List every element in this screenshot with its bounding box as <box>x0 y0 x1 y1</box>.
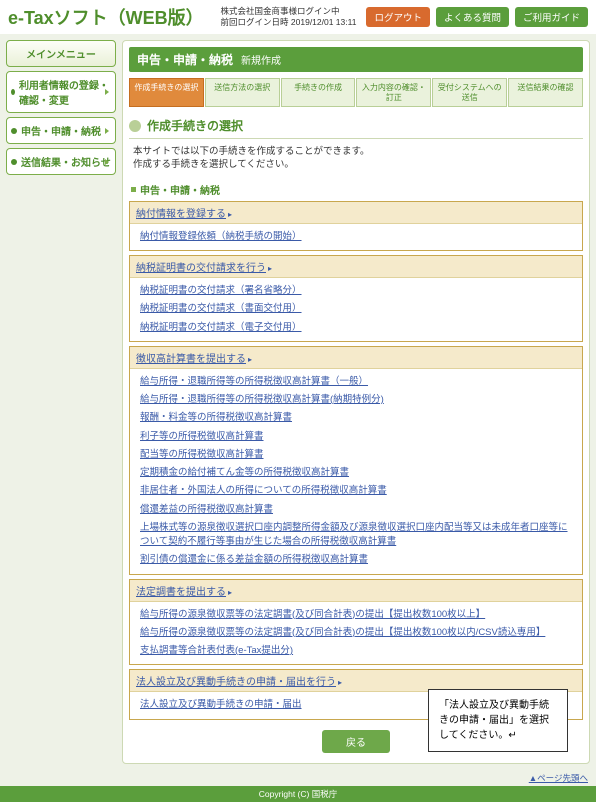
certificate-link[interactable]: 納税証明書の交付請求（電子交付用） <box>140 319 572 337</box>
footer: Copyright (C) 国税庁 <box>0 786 596 802</box>
sidebar-item-filing[interactable]: 申告・申請・納税 <box>6 117 116 144</box>
tax-calc-link[interactable]: 給与所得・退職所得等の所得税徴収高計算書（一般） <box>140 373 572 391</box>
page-title: 申告・申請・納税新規作成 <box>129 47 583 72</box>
step-6: 送信結果の確認 <box>508 78 583 107</box>
group-certificate: 納税証明書の交付請求を行う 納税証明書の交付請求（署名省略分）納税証明書の交付請… <box>129 255 583 342</box>
report-link[interactable]: 支払調書等合計表付表(e-Tax提出分) <box>140 642 572 660</box>
tax-calc-link[interactable]: 割引債の償還金に係る差益金額の所得税徴収高計算書 <box>140 551 572 569</box>
tax-calc-link[interactable]: 非居住者・外国法人の所得についての所得税徴収高計算書 <box>140 482 572 500</box>
sidebar-item-results[interactable]: 送信結果・お知らせ <box>6 148 116 175</box>
step-4: 入力内容の確認・訂正 <box>356 78 431 107</box>
sidebar: メインメニュー 利用者情報の登録・確認・変更 申告・申請・納税 送信結果・お知ら… <box>6 40 116 764</box>
page-top-link[interactable]: ▲ページ先頭へ <box>529 773 588 783</box>
payment-link[interactable]: 納付情報登録依頼（納税手続の開始） <box>140 228 572 246</box>
logout-button[interactable]: ログアウト <box>366 7 430 27</box>
tax-calc-link[interactable]: 報酬・料金等の所得税徴収高計算書 <box>140 409 572 427</box>
group-report-header[interactable]: 法定調書を提出する <box>136 587 226 598</box>
app-logo: e-Taxソフト（WEB版） <box>8 4 204 30</box>
tax-calc-link[interactable]: 給与所得・退職所得等の所得税徴収高計算書(納期特例分) <box>140 391 572 409</box>
step-2: 送信方法の選択 <box>205 78 280 107</box>
report-link[interactable]: 給与所得の源泉徴収票等の法定調書(及び同合計表)の提出【提出枚数100枚以内/C… <box>140 624 572 642</box>
step-3: 手続きの作成 <box>281 78 356 107</box>
certificate-link[interactable]: 納税証明書の交付請求（書面交付用） <box>140 300 572 318</box>
login-info: 株式会社国金商事様ログイン中 前回ログイン日時 2019/12/01 13:11 <box>221 6 357 28</box>
group-tax-calc: 徴収高計算書を提出する 給与所得・退職所得等の所得税徴収高計算書（一般）給与所得… <box>129 346 583 575</box>
section-heading: 作成手続きの選択 <box>129 113 583 139</box>
category-heading: 申告・申請・納税 <box>131 182 583 197</box>
certificate-link[interactable]: 納税証明書の交付請求（署名省略分） <box>140 282 572 300</box>
back-button[interactable]: 戻る <box>322 730 390 753</box>
group-corporate-header[interactable]: 法人設立及び異動手続きの申請・届出を行う <box>136 677 336 688</box>
group-payment: 納付情報を登録する 納付情報登録依頼（納税手続の開始） <box>129 201 583 251</box>
instruction-callout: 「法人設立及び異動手続きの申請・届出」を選択してください。↵ <box>428 689 568 752</box>
main-panel: 申告・申請・納税新規作成 作成手続きの選択 送信方法の選択 手続きの作成 入力内… <box>122 40 590 764</box>
step-5: 受付システムへの送信 <box>432 78 507 107</box>
section-description: 本サイトでは以下の手続きを作成することができます。作成する手続きを選択してくださ… <box>133 145 579 172</box>
step-1: 作成手続きの選択 <box>129 78 204 107</box>
sidebar-item-registration[interactable]: 利用者情報の登録・確認・変更 <box>6 71 116 113</box>
group-payment-header[interactable]: 納付情報を登録する <box>136 209 226 220</box>
step-nav: 作成手続きの選択 送信方法の選択 手続きの作成 入力内容の確認・訂正 受付システ… <box>129 78 583 107</box>
report-link[interactable]: 給与所得の源泉徴収票等の法定調書(及び同合計表)の提出【提出枚数100枚以上】 <box>140 606 572 624</box>
faq-button[interactable]: よくある質問 <box>436 7 509 27</box>
guide-button[interactable]: ご利用ガイド <box>515 7 588 27</box>
tax-calc-link[interactable]: 償還差益の所得税徴収高計算書 <box>140 501 572 519</box>
tax-calc-link[interactable]: 上場株式等の源泉徴収選択口座内調整所得金額及び源泉徴収選択口座内配当等又は未成年… <box>140 519 572 552</box>
tax-calc-link[interactable]: 配当等の所得税徴収高計算書 <box>140 446 572 464</box>
tax-calc-link[interactable]: 利子等の所得税徴収高計算書 <box>140 428 572 446</box>
group-certificate-header[interactable]: 納税証明書の交付請求を行う <box>136 263 266 274</box>
group-tax-calc-header[interactable]: 徴収高計算書を提出する <box>136 354 246 365</box>
group-report: 法定調書を提出する 給与所得の源泉徴収票等の法定調書(及び同合計表)の提出【提出… <box>129 579 583 666</box>
tax-calc-link[interactable]: 定期積金の給付補てん金等の所得税徴収高計算書 <box>140 464 572 482</box>
sidebar-main-menu[interactable]: メインメニュー <box>6 40 116 67</box>
